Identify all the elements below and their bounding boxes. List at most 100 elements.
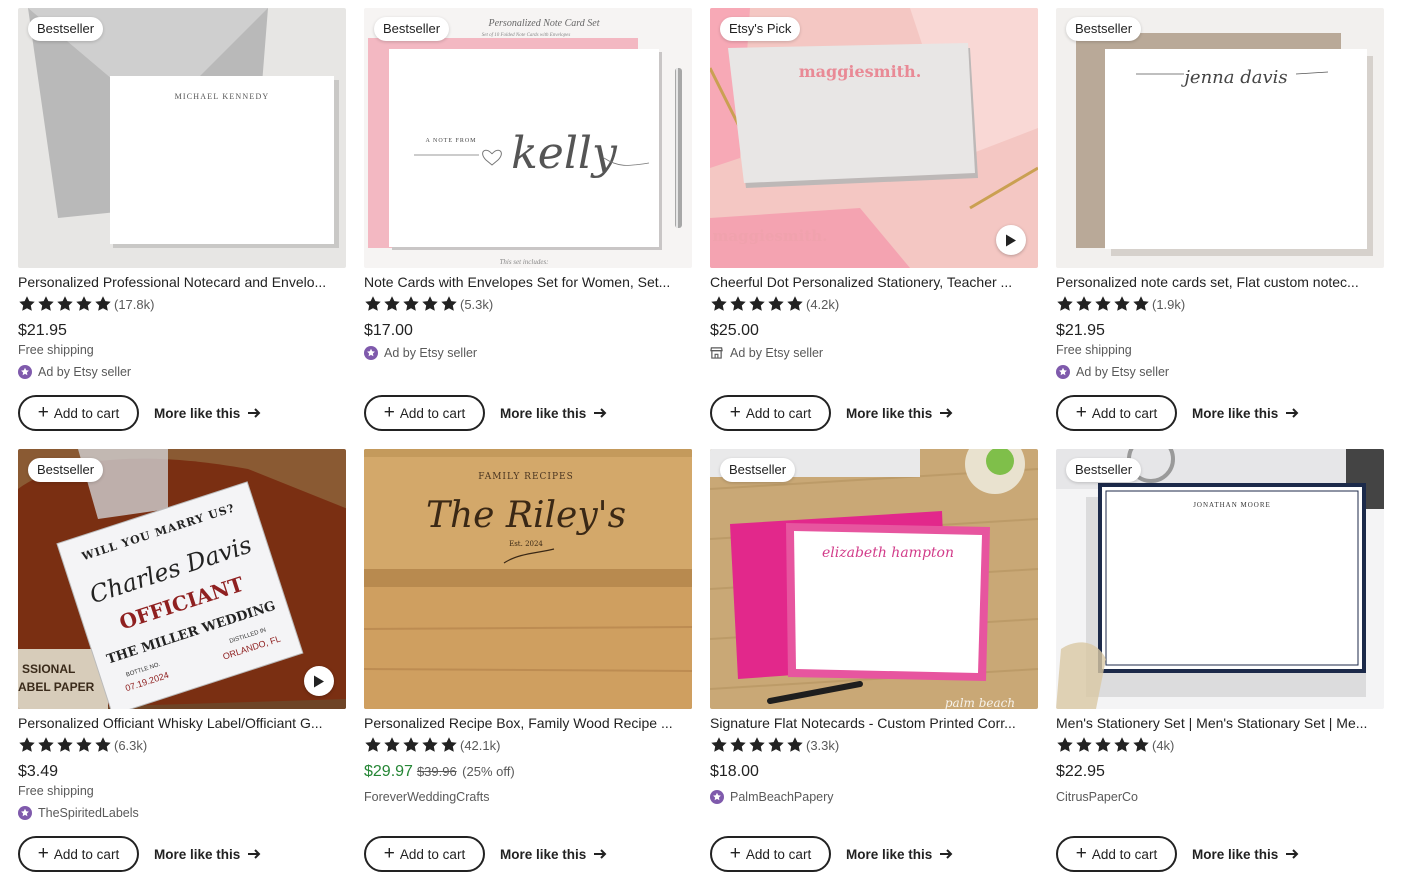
add-to-cart-button[interactable]: + Add to cart xyxy=(18,395,139,431)
bestseller-badge: Bestseller xyxy=(720,458,796,482)
more-like-this-link[interactable]: More like this xyxy=(1192,847,1299,862)
listing-actions: + Add to cart More like this xyxy=(1056,395,1299,431)
star-icon xyxy=(384,737,400,752)
recipe-box-photo: FAMILY RECIPES The Riley's Est. 2024 xyxy=(364,449,692,709)
notecard-photo: JONATHAN MOORE xyxy=(1056,449,1384,709)
listing-title[interactable]: Personalized note cards set, Flat custom… xyxy=(1056,274,1384,290)
review-count: (4k) xyxy=(1152,737,1175,753)
listing-card[interactable]: SSIONAL ABEL PAPER WILL YOU MARRY US? Ch… xyxy=(18,449,346,875)
listing-image[interactable]: elizabeth hampton palm beach Bestseller xyxy=(710,449,1038,709)
add-to-cart-button[interactable]: + Add to cart xyxy=(364,395,485,431)
listing-title[interactable]: Personalized Recipe Box, Family Wood Rec… xyxy=(364,715,692,731)
listing-card[interactable]: jenna davis Bestseller Personalized note… xyxy=(1056,8,1384,449)
play-icon xyxy=(1006,234,1016,246)
add-to-cart-button[interactable]: + Add to cart xyxy=(364,836,485,872)
listing-image[interactable]: maggiesmith. maggiesmith. Etsy's Pick xyxy=(710,8,1038,268)
image-sub-text: Set of 10 Folded Note Cards with Envelop… xyxy=(482,33,571,38)
more-like-this-link[interactable]: More like this xyxy=(500,406,607,421)
listing-actions: + Add to cart More like this xyxy=(364,395,607,431)
listing-card[interactable]: Personalized Note Card Set Set of 10 Fol… xyxy=(364,8,692,449)
star-badge-icon xyxy=(1056,365,1070,379)
listing-image[interactable]: FAMILY RECIPES The Riley's Est. 2024 xyxy=(364,449,692,709)
shipping-label: Free shipping xyxy=(1056,343,1132,357)
listing-actions: + Add to cart More like this xyxy=(364,836,607,872)
original-price: $39.96 xyxy=(416,764,457,779)
listing-image[interactable]: SSIONAL ABEL PAPER WILL YOU MARRY US? Ch… xyxy=(18,449,346,709)
star-rating xyxy=(364,736,458,754)
card-name-echo: maggiesmith. xyxy=(713,227,828,245)
arrow-right-icon xyxy=(594,408,607,418)
seller-name: Ad by Etsy seller xyxy=(730,346,824,360)
star-icon xyxy=(787,737,803,752)
add-to-cart-button[interactable]: + Add to cart xyxy=(18,836,139,872)
star-rating xyxy=(710,736,804,754)
play-video-button[interactable] xyxy=(304,666,334,696)
more-like-this-link[interactable]: More like this xyxy=(1192,406,1299,421)
seller-name[interactable]: CitrusPaperCo xyxy=(1056,790,1138,804)
listing-card[interactable]: FAMILY RECIPES The Riley's Est. 2024 Per… xyxy=(364,449,692,875)
star-rating xyxy=(18,736,112,754)
seller-info: Ad by Etsy seller xyxy=(364,345,692,361)
plus-icon: + xyxy=(1075,843,1087,864)
star-icon xyxy=(384,296,400,311)
review-count: (6.3k) xyxy=(114,737,148,753)
star-icon xyxy=(365,296,381,311)
listing-title[interactable]: Personalized Professional Notecard and E… xyxy=(18,274,346,290)
listing-image[interactable]: MICHAEL KENNEDY Bestseller xyxy=(18,8,346,268)
discount-percent: (25% off) xyxy=(462,764,515,779)
seller-info: TheSpiritedLabels xyxy=(18,805,346,821)
seller-name[interactable]: TheSpiritedLabels xyxy=(38,806,139,820)
seller-name[interactable]: PalmBeachPapery xyxy=(730,790,834,804)
arrow-right-icon xyxy=(940,408,953,418)
star-icon xyxy=(57,737,73,752)
side-text-2: ABEL PAPER xyxy=(18,680,95,694)
star-icon xyxy=(1133,737,1149,752)
bestseller-badge: Bestseller xyxy=(28,458,104,482)
listing-card[interactable]: elizabeth hampton palm beach Bestseller … xyxy=(710,449,1038,875)
listing-title[interactable]: Personalized Officiant Whisky Label/Offi… xyxy=(18,715,346,731)
star-icon xyxy=(768,296,784,311)
listing-title[interactable]: Cheerful Dot Personalized Stationery, Te… xyxy=(710,274,1038,290)
more-like-this-link[interactable]: More like this xyxy=(500,847,607,862)
rating: (17.8k) xyxy=(18,295,346,313)
star-icon xyxy=(95,737,111,752)
star-icon xyxy=(76,737,92,752)
add-to-cart-button[interactable]: + Add to cart xyxy=(1056,395,1177,431)
listing-title[interactable]: Men's Stationery Set | Men's Stationary … xyxy=(1056,715,1384,731)
listing-card[interactable]: maggiesmith. maggiesmith. Etsy's Pick Ch… xyxy=(710,8,1038,449)
star-icon xyxy=(19,296,35,311)
more-like-this-link[interactable]: More like this xyxy=(154,406,261,421)
seller-info: Ad by Etsy seller xyxy=(18,364,346,380)
play-video-button[interactable] xyxy=(996,225,1026,255)
listing-image[interactable]: jenna davis Bestseller xyxy=(1056,8,1384,268)
bestseller-badge: Bestseller xyxy=(1066,17,1142,41)
star-icon xyxy=(1057,296,1073,311)
add-to-cart-button[interactable]: + Add to cart xyxy=(710,836,831,872)
star-rating xyxy=(18,295,112,313)
listing-card[interactable]: JONATHAN MOORE Bestseller Men's Statione… xyxy=(1056,449,1384,875)
more-like-this-link[interactable]: More like this xyxy=(846,406,953,421)
add-to-cart-button[interactable]: + Add to cart xyxy=(710,395,831,431)
rating: (4.2k) xyxy=(710,295,1038,313)
bestseller-badge: Bestseller xyxy=(374,17,450,41)
star-icon xyxy=(749,737,765,752)
corner-watermark: palm beach xyxy=(945,696,1015,709)
listing-title[interactable]: Note Cards with Envelopes Set for Women,… xyxy=(364,274,692,290)
listing-image[interactable]: Personalized Note Card Set Set of 10 Fol… xyxy=(364,8,692,268)
more-like-this-link[interactable]: More like this xyxy=(846,847,953,862)
price: $25.00 xyxy=(710,322,759,339)
card-name-text: elizabeth hampton xyxy=(822,545,954,561)
listing-card[interactable]: MICHAEL KENNEDY Bestseller Personalized … xyxy=(18,8,346,449)
star-rating xyxy=(1056,295,1150,313)
more-like-this-link[interactable]: More like this xyxy=(154,847,261,862)
seller-name[interactable]: ForeverWeddingCrafts xyxy=(364,790,490,804)
notecard-photo: jenna davis xyxy=(1056,8,1384,268)
plus-icon: + xyxy=(729,843,741,864)
listing-image[interactable]: JONATHAN MOORE Bestseller xyxy=(1056,449,1384,709)
star-icon xyxy=(1076,296,1092,311)
listing-title[interactable]: Signature Flat Notecards - Custom Printe… xyxy=(710,715,1038,731)
add-to-cart-button[interactable]: + Add to cart xyxy=(1056,836,1177,872)
card-name-text: MICHAEL KENNEDY xyxy=(175,92,270,101)
whisky-label-photo: SSIONAL ABEL PAPER WILL YOU MARRY US? Ch… xyxy=(18,449,346,709)
star-icon xyxy=(749,296,765,311)
